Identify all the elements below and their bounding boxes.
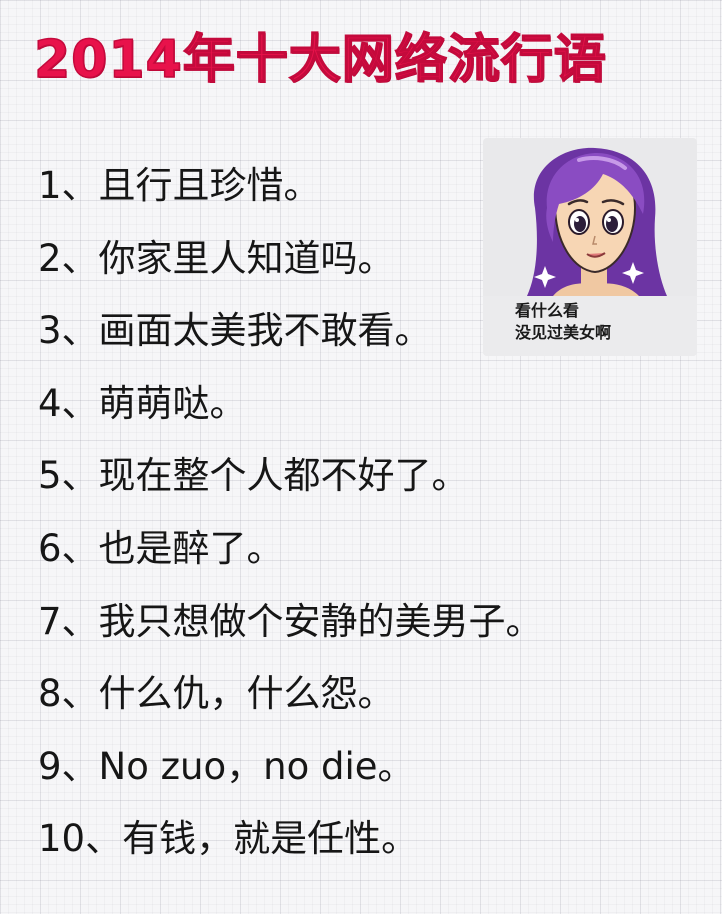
item-text: 也是醉了。 [98, 526, 284, 570]
meme-caption-line2: 没见过美女啊 [515, 323, 612, 342]
left-iris [574, 216, 586, 232]
right-eye-shine [607, 218, 611, 222]
item-text: 你家里人知道吗。 [98, 236, 395, 280]
meme-caption-line1: 看什么看 [515, 301, 580, 320]
list-item: 2、你家里人知道吗。 [38, 223, 543, 296]
item-number: 7、 [38, 599, 99, 643]
list-item: 9、No zuo，no die。 [38, 731, 543, 804]
item-text: 什么仇，什么怨。 [98, 672, 395, 716]
item-text: 现在整个人都不好了。 [98, 454, 469, 498]
item-text: 画面太美我不敢看。 [98, 309, 432, 353]
item-number: 8、 [38, 672, 99, 716]
item-text: 有钱，就是任性。 [122, 817, 419, 861]
item-text: No zuo，no die。 [98, 744, 415, 788]
meme-image: 看什么看 没见过美女啊 [483, 138, 697, 356]
list-item: 8、什么仇，什么怨。 [38, 658, 543, 731]
list-item: 6、也是醉了。 [38, 513, 543, 586]
meme-caption: 看什么看 没见过美女啊 [515, 300, 611, 344]
item-number: 2、 [38, 236, 99, 280]
list-item: 1、且行且珍惜。 [38, 150, 543, 223]
item-number: 9、 [38, 744, 99, 788]
list-item: 4、萌萌哒。 [38, 368, 543, 441]
left-eye-shine [575, 218, 579, 222]
list-item: 7、我只想做个安静的美男子。 [38, 586, 543, 659]
right-iris [606, 216, 618, 232]
item-number: 6、 [38, 526, 99, 570]
item-number: 1、 [38, 164, 99, 207]
item-number: 5、 [38, 454, 99, 498]
item-text: 且行且珍惜。 [98, 164, 321, 207]
item-number: 10、 [38, 817, 123, 861]
list-item: 10、有钱，就是任性。 [38, 803, 543, 876]
list-item: 5、现在整个人都不好了。 [38, 440, 543, 513]
item-number: 3、 [38, 309, 99, 353]
slang-list: 1、且行且珍惜。 2、你家里人知道吗。 3、画面太美我不敢看。 4、萌萌哒。 5… [38, 150, 543, 876]
list-item: 3、画面太美我不敢看。 [38, 295, 543, 368]
item-number: 4、 [38, 381, 99, 425]
page-title: 2014年十大网络流行语 [33, 29, 607, 91]
item-text: 萌萌哒。 [98, 381, 247, 425]
item-text: 我只想做个安静的美男子。 [98, 599, 543, 643]
